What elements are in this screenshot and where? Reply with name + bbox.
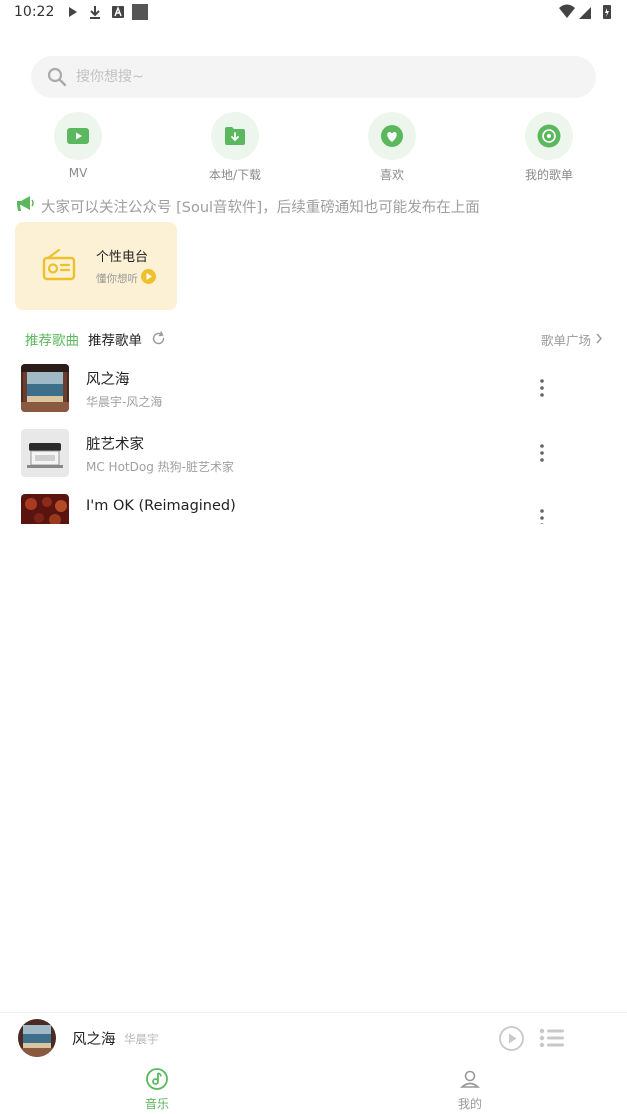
quick-nav-label: 本地/下载 [208,168,262,182]
song-list: 风之海 华晨宇-风之海 脏艺术家 MC HotDog 热狗-脏艺术家 I'm O… [0,358,627,524]
mini-player[interactable]: 风之海 华晨宇 [0,1012,627,1064]
folder-download-icon [225,127,245,145]
radio-icon [42,248,76,281]
quick-nav-my-playlists[interactable]: 我的歌单 [499,112,599,186]
search-bar[interactable] [31,56,596,98]
status-bar: 10:22 [0,0,627,26]
search-input[interactable] [76,56,576,98]
quick-nav-local-circle [211,112,259,160]
song-title: I'm OK (Reimagined) [86,498,236,514]
song-subtitle: 华晨宇-风之海 [86,395,163,409]
song-title: 风之海 [86,372,130,388]
video-icon [67,128,89,144]
tab-recommended-playlists[interactable]: 推荐歌单 [88,329,142,349]
a-status-icon [112,6,124,18]
quick-nav-label: 我的歌单 [524,168,573,182]
refresh-icon[interactable] [151,331,166,346]
play-button-icon[interactable] [499,1026,524,1051]
quick-nav-mv-circle [54,112,102,160]
quick-nav-favorites[interactable]: 喜欢 [342,112,442,186]
play-status-icon [69,7,77,17]
album-cover [21,429,69,477]
status-time: 10:22 [14,4,55,20]
nav-label-mine: 我的 [457,1097,482,1111]
chevron-right-icon[interactable] [595,333,603,344]
quick-nav-mv[interactable]: MV [28,112,128,186]
song-subtitle: MC HotDog 热狗-脏艺术家 [86,460,234,474]
music-disc-icon [146,1068,168,1090]
playlist-square-link[interactable]: 歌单广场 [541,330,591,349]
song-row[interactable]: 脏艺术家 MC HotDog 热狗-脏艺术家 [0,423,627,487]
disc-icon [537,124,561,148]
notice-banner[interactable]: 大家可以关注公众号 [Soul音软件]，后续重磅通知也可能发布在上面 [15,193,615,217]
mini-player-title: 风之海 [72,1032,116,1048]
notice-text: 大家可以关注公众号 [Soul音软件]，后续重磅通知也可能发布在上面 [41,200,480,216]
quick-nav-playlists-circle [525,112,573,160]
megaphone-icon [17,196,34,211]
nav-item-mine[interactable]: 我的 [410,1064,530,1114]
more-vertical-icon[interactable] [534,376,550,400]
nav-label-music: 音乐 [144,1097,169,1111]
tab-recommended-songs[interactable]: 推荐歌曲 [25,329,79,349]
heart-icon [381,125,403,147]
album-cover [21,494,69,524]
radio-title: 个性电台 [96,250,149,265]
mini-player-cover [18,1019,56,1057]
user-icon [459,1070,481,1088]
quick-nav-favorites-circle [368,112,416,160]
quick-nav-label: MV [68,166,88,180]
song-title: 脏艺术家 [86,437,144,453]
quick-nav-label: 喜欢 [379,168,404,182]
download-status-icon [90,6,100,19]
bottom-nav: 音乐 我的 [0,1064,627,1114]
song-row[interactable]: I'm OK (Reimagined) [0,488,627,524]
more-vertical-icon[interactable] [534,506,550,524]
signal-battery-icons [559,4,611,19]
square-status-icon [132,4,148,20]
mini-player-artist: 华晨宇 [124,1032,159,1046]
radio-subtitle: 懂你想听 [96,273,138,285]
album-cover [21,364,69,412]
playlist-queue-icon[interactable] [539,1027,565,1049]
personal-radio-card[interactable]: 个性电台 懂你想听 [15,222,177,310]
nav-item-music[interactable]: 音乐 [97,1064,217,1114]
song-row[interactable]: 风之海 华晨宇-风之海 [0,358,627,422]
quick-nav-local-download[interactable]: 本地/下载 [185,112,285,186]
play-circle-icon[interactable] [141,269,156,284]
search-icon [47,67,67,87]
more-vertical-icon[interactable] [534,441,550,465]
